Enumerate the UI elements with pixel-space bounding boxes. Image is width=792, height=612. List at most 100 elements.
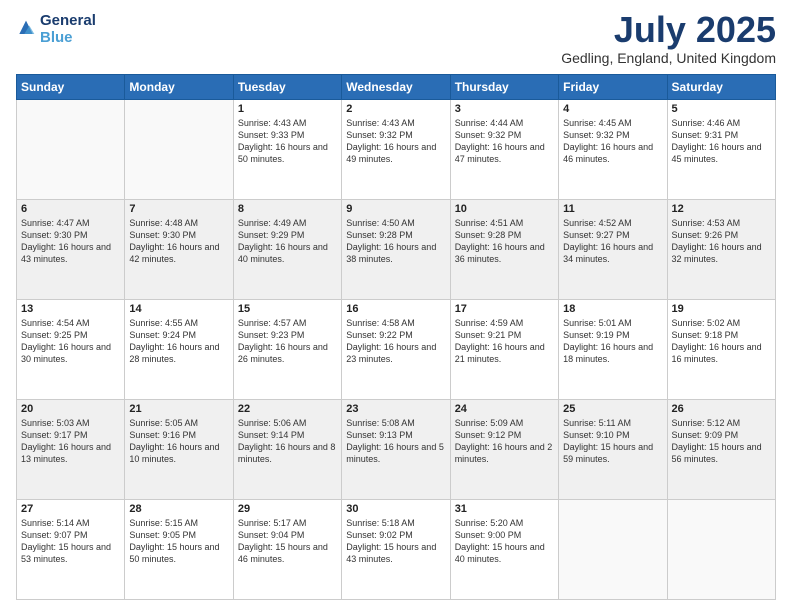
day-info: Sunrise: 5:14 AM Sunset: 9:07 PM Dayligh… (21, 517, 120, 566)
calendar-cell: 7 Sunrise: 4:48 AM Sunset: 9:30 PM Daylig… (125, 200, 233, 300)
day-info: Sunrise: 5:02 AM Sunset: 9:18 PM Dayligh… (672, 317, 771, 366)
calendar-cell: 5 Sunrise: 4:46 AM Sunset: 9:31 PM Daylig… (667, 100, 775, 200)
week-row-1: 1 Sunrise: 4:43 AM Sunset: 9:33 PM Daylig… (17, 100, 776, 200)
day-info: Sunrise: 4:48 AM Sunset: 9:30 PM Dayligh… (129, 217, 228, 266)
day-number: 26 (672, 403, 771, 415)
day-number: 22 (238, 403, 337, 415)
calendar-cell: 30Sunrise: 5:18 AM Sunset: 9:02 PM Dayli… (342, 500, 450, 600)
day-header-friday: Friday (559, 75, 667, 100)
week-row-4: 20 Sunrise: 5:03 AM Sunset: 9:17 PM Dayli… (17, 400, 776, 500)
calendar-cell: 29 Sunrise: 5:17 AM Sunset: 9:04 PM Dayli… (233, 500, 341, 600)
calendar-cell: 12 Sunrise: 4:53 AM Sunset: 9:26 PM Dayli… (667, 200, 775, 300)
day-info: Sunrise: 4:59 AM Sunset: 9:21 PM Dayligh… (455, 317, 554, 366)
calendar-cell: 22 Sunrise: 5:06 AM Sunset: 9:14 PM Dayli… (233, 400, 341, 500)
calendar-cell (667, 500, 775, 600)
day-number: 28 (129, 503, 228, 515)
day-info: Sunrise: 4:55 AM Sunset: 9:24 PM Dayligh… (129, 317, 228, 366)
day-header-saturday: Saturday (667, 75, 775, 100)
day-number: 25 (563, 403, 662, 415)
calendar-cell: 19 Sunrise: 5:02 AM Sunset: 9:18 PM Dayli… (667, 300, 775, 400)
calendar-cell (125, 100, 233, 200)
day-number: 29 (238, 503, 337, 515)
day-header-sunday: Sunday (17, 75, 125, 100)
day-number: 15 (238, 303, 337, 315)
day-number: 4 (563, 103, 662, 115)
logo-icon (16, 19, 36, 39)
day-number: 21 (129, 403, 228, 415)
calendar-cell: 17 Sunrise: 4:59 AM Sunset: 9:21 PM Dayli… (450, 300, 558, 400)
day-info: Sunrise: 4:47 AM Sunset: 9:30 PM Dayligh… (21, 217, 120, 266)
day-number: 20 (21, 403, 120, 415)
day-number: 19 (672, 303, 771, 315)
day-number: 30 (346, 503, 445, 515)
day-number: 1 (238, 103, 337, 115)
days-header-row: SundayMondayTuesdayWednesdayThursdayFrid… (17, 75, 776, 100)
calendar-page: General Blue July 2025 Gedling, England,… (0, 0, 792, 612)
day-info: Sunrise: 5:20 AM Sunset: 9:00 PM Dayligh… (455, 517, 554, 566)
week-row-5: 27Sunrise: 5:14 AM Sunset: 9:07 PM Dayli… (17, 500, 776, 600)
day-info: Sunrise: 4:52 AM Sunset: 9:27 PM Dayligh… (563, 217, 662, 266)
day-header-monday: Monday (125, 75, 233, 100)
day-info: Sunrise: 4:54 AM Sunset: 9:25 PM Dayligh… (21, 317, 120, 366)
day-info: Sunrise: 4:46 AM Sunset: 9:31 PM Dayligh… (672, 117, 771, 166)
day-number: 12 (672, 203, 771, 215)
calendar-cell: 11 Sunrise: 4:52 AM Sunset: 9:27 PM Dayli… (559, 200, 667, 300)
day-info: Sunrise: 4:43 AM Sunset: 9:33 PM Dayligh… (238, 117, 337, 166)
calendar-cell: 31 Sunrise: 5:20 AM Sunset: 9:00 PM Dayli… (450, 500, 558, 600)
day-info: Sunrise: 5:03 AM Sunset: 9:17 PM Dayligh… (21, 417, 120, 466)
day-number: 31 (455, 503, 554, 515)
day-number: 18 (563, 303, 662, 315)
week-row-3: 13 Sunrise: 4:54 AM Sunset: 9:25 PM Dayli… (17, 300, 776, 400)
day-number: 14 (129, 303, 228, 315)
calendar-cell: 3 Sunrise: 4:44 AM Sunset: 9:32 PM Daylig… (450, 100, 558, 200)
calendar-cell: 13 Sunrise: 4:54 AM Sunset: 9:25 PM Dayli… (17, 300, 125, 400)
day-header-tuesday: Tuesday (233, 75, 341, 100)
day-info: Sunrise: 4:49 AM Sunset: 9:29 PM Dayligh… (238, 217, 337, 266)
day-info: Sunrise: 5:05 AM Sunset: 9:16 PM Dayligh… (129, 417, 228, 466)
day-number: 2 (346, 103, 445, 115)
day-info: Sunrise: 4:43 AM Sunset: 9:32 PM Dayligh… (346, 117, 445, 166)
day-number: 8 (238, 203, 337, 215)
calendar-cell: 1 Sunrise: 4:43 AM Sunset: 9:33 PM Daylig… (233, 100, 341, 200)
logo: General Blue (16, 12, 96, 46)
day-number: 7 (129, 203, 228, 215)
calendar-cell: 14 Sunrise: 4:55 AM Sunset: 9:24 PM Dayli… (125, 300, 233, 400)
day-info: Sunrise: 5:01 AM Sunset: 9:19 PM Dayligh… (563, 317, 662, 366)
day-info: Sunrise: 5:17 AM Sunset: 9:04 PM Dayligh… (238, 517, 337, 566)
calendar-cell: 9Sunrise: 4:50 AM Sunset: 9:28 PM Daylig… (342, 200, 450, 300)
day-number: 9 (346, 203, 445, 215)
day-number: 13 (21, 303, 120, 315)
calendar-cell: 20 Sunrise: 5:03 AM Sunset: 9:17 PM Dayli… (17, 400, 125, 500)
day-info: Sunrise: 4:45 AM Sunset: 9:32 PM Dayligh… (563, 117, 662, 166)
header: General Blue July 2025 Gedling, England,… (16, 12, 776, 66)
day-info: Sunrise: 4:44 AM Sunset: 9:32 PM Dayligh… (455, 117, 554, 166)
calendar-cell: 25 Sunrise: 5:11 AM Sunset: 9:10 PM Dayli… (559, 400, 667, 500)
calendar-cell: 16 Sunrise: 4:58 AM Sunset: 9:22 PM Dayli… (342, 300, 450, 400)
calendar-cell: 18 Sunrise: 5:01 AM Sunset: 9:19 PM Dayli… (559, 300, 667, 400)
day-info: Sunrise: 4:51 AM Sunset: 9:28 PM Dayligh… (455, 217, 554, 266)
calendar-cell: 15Sunrise: 4:57 AM Sunset: 9:23 PM Dayli… (233, 300, 341, 400)
day-info: Sunrise: 4:58 AM Sunset: 9:22 PM Dayligh… (346, 317, 445, 366)
day-number: 16 (346, 303, 445, 315)
day-number: 17 (455, 303, 554, 315)
calendar-cell: 23Sunrise: 5:08 AM Sunset: 9:13 PM Dayli… (342, 400, 450, 500)
day-info: Sunrise: 5:12 AM Sunset: 9:09 PM Dayligh… (672, 417, 771, 466)
calendar-cell: 4 Sunrise: 4:45 AM Sunset: 9:32 PM Daylig… (559, 100, 667, 200)
calendar-cell: 8 Sunrise: 4:49 AM Sunset: 9:29 PM Daylig… (233, 200, 341, 300)
day-number: 3 (455, 103, 554, 115)
day-number: 6 (21, 203, 120, 215)
day-number: 11 (563, 203, 662, 215)
calendar-cell (559, 500, 667, 600)
month-title: July 2025 (561, 12, 776, 48)
calendar-cell: 24Sunrise: 5:09 AM Sunset: 9:12 PM Dayli… (450, 400, 558, 500)
day-info: Sunrise: 4:53 AM Sunset: 9:26 PM Dayligh… (672, 217, 771, 266)
calendar-table: SundayMondayTuesdayWednesdayThursdayFrid… (16, 74, 776, 600)
day-number: 5 (672, 103, 771, 115)
calendar-cell: 2 Sunrise: 4:43 AM Sunset: 9:32 PM Daylig… (342, 100, 450, 200)
header-right: July 2025 Gedling, England, United Kingd… (561, 12, 776, 66)
day-info: Sunrise: 5:11 AM Sunset: 9:10 PM Dayligh… (563, 417, 662, 466)
week-row-2: 6 Sunrise: 4:47 AM Sunset: 9:30 PM Daylig… (17, 200, 776, 300)
day-info: Sunrise: 5:06 AM Sunset: 9:14 PM Dayligh… (238, 417, 337, 466)
calendar-cell: 28Sunrise: 5:15 AM Sunset: 9:05 PM Dayli… (125, 500, 233, 600)
calendar-cell: 6 Sunrise: 4:47 AM Sunset: 9:30 PM Daylig… (17, 200, 125, 300)
